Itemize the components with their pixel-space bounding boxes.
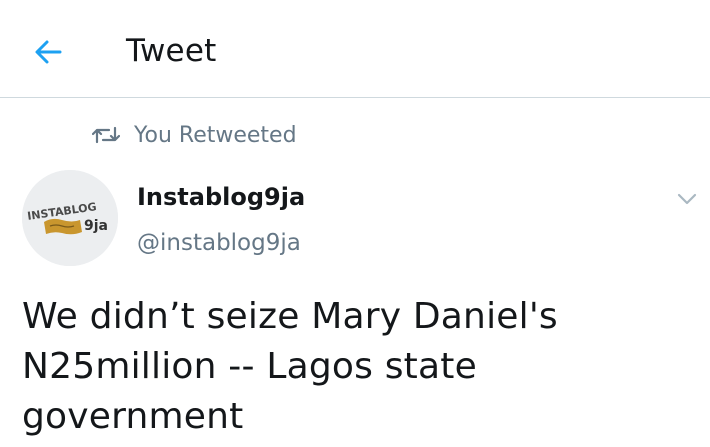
retweet-icon bbox=[92, 126, 120, 144]
page-title: Tweet bbox=[126, 33, 217, 69]
chevron-down-icon bbox=[677, 193, 697, 205]
retweet-label: You Retweeted bbox=[134, 122, 297, 148]
top-bar: Tweet bbox=[0, 0, 710, 98]
tweet-menu-button[interactable] bbox=[674, 186, 700, 212]
back-button[interactable] bbox=[30, 32, 70, 72]
instablog-logo: INSTABLOG 9ja bbox=[22, 170, 118, 266]
logo-text-bottom: 9ja bbox=[84, 218, 108, 234]
author-name[interactable]: Instablog9ja bbox=[137, 180, 305, 214]
retweet-indicator: You Retweeted bbox=[92, 118, 297, 152]
avatar[interactable]: INSTABLOG 9ja bbox=[22, 170, 118, 266]
arrow-left-icon bbox=[35, 40, 62, 64]
tweet-text: We didn’t seize Mary Daniel's N25million… bbox=[22, 296, 558, 437]
author-handle[interactable]: @instablog9ja bbox=[137, 226, 301, 260]
